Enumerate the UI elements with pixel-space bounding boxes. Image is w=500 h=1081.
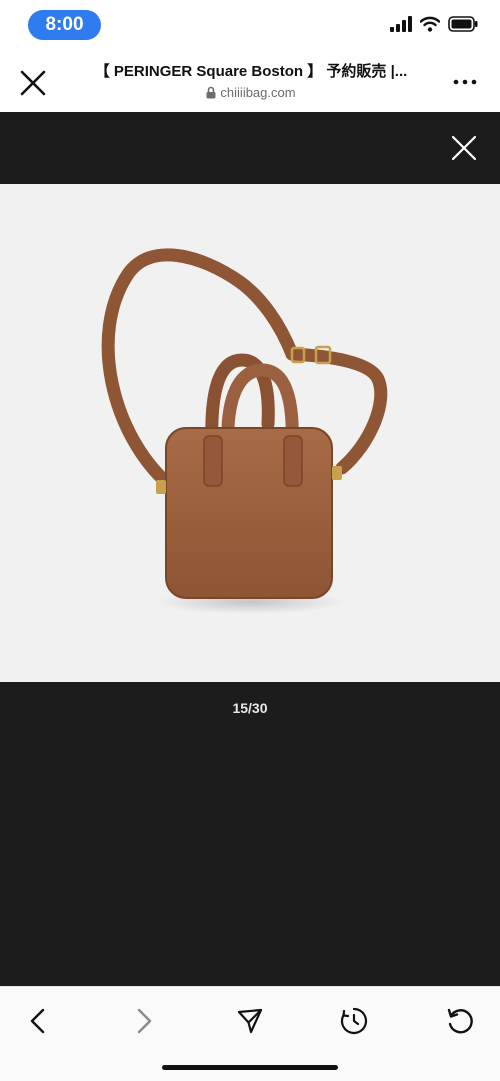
product-image[interactable] <box>0 184 500 682</box>
reload-icon <box>447 1008 473 1034</box>
signal-icon <box>390 16 412 32</box>
back-button[interactable] <box>18 1001 58 1041</box>
share-button[interactable] <box>230 1001 270 1041</box>
browser-toolbar <box>0 986 500 1081</box>
status-bar: 8:00 <box>0 0 500 52</box>
history-icon <box>340 1007 368 1035</box>
wifi-icon <box>420 16 440 32</box>
viewer-close-icon[interactable] <box>450 134 478 162</box>
page-url: chiiiibag.com <box>72 85 430 100</box>
status-time: 8:00 <box>28 10 101 40</box>
status-icons <box>390 16 478 32</box>
back-icon <box>30 1008 45 1034</box>
title-block: 【 PERINGER Square Boston 】 予約販売 |... chi… <box>72 60 430 100</box>
forward-icon <box>137 1008 152 1034</box>
lock-icon <box>206 86 216 99</box>
more-icon[interactable] <box>452 74 478 90</box>
close-icon[interactable] <box>18 68 48 98</box>
page-url-text: chiiiibag.com <box>220 85 296 100</box>
history-button[interactable] <box>334 1001 374 1041</box>
browser-header: 【 PERINGER Square Boston 】 予約販売 |... chi… <box>0 52 500 112</box>
reload-button[interactable] <box>440 1001 480 1041</box>
viewer-top-bar <box>0 112 500 184</box>
viewer-bottom-bar: 15/30 <box>0 682 500 986</box>
image-counter: 15/30 <box>232 700 268 716</box>
forward-button[interactable] <box>124 1001 164 1041</box>
battery-icon <box>448 16 478 32</box>
share-icon <box>237 1008 263 1034</box>
bag-illustration <box>101 248 388 614</box>
page-title: 【 PERINGER Square Boston 】 予約販売 |... <box>94 63 408 80</box>
home-indicator <box>162 1065 338 1070</box>
